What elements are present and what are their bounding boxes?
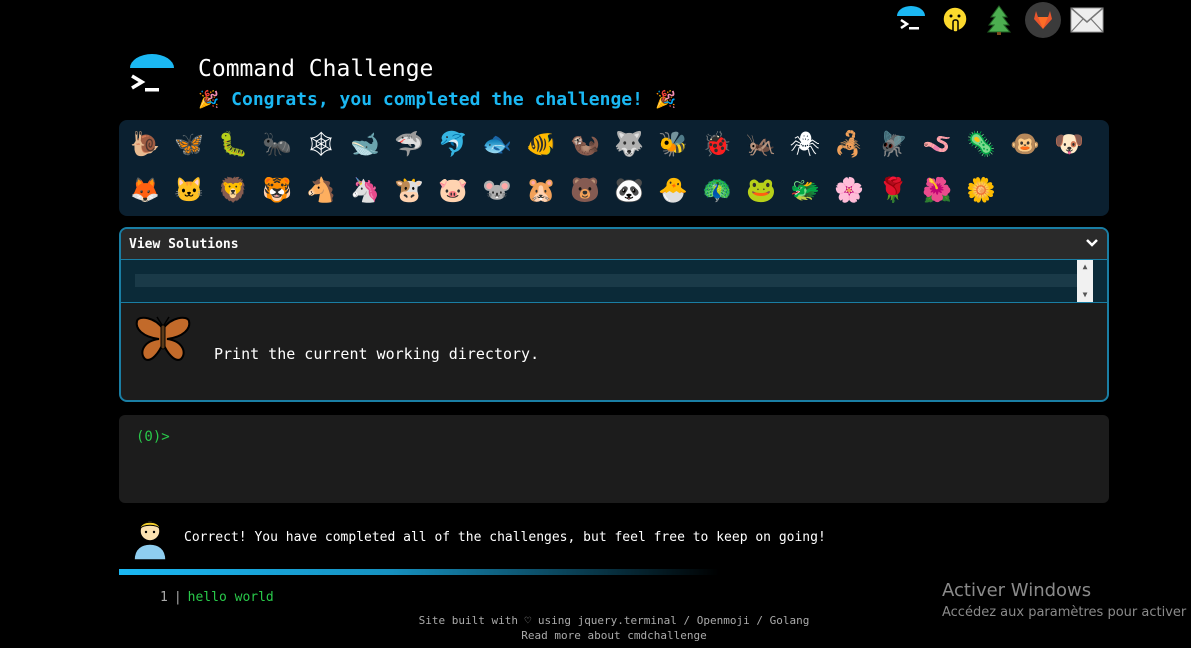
result-message: Correct! You have completed all of the c… bbox=[130, 514, 826, 561]
challenge-emoji-icon[interactable]: 🌼 bbox=[959, 168, 1003, 212]
challenge-emoji-panel: 🐌 🦋 🐛 🐜 🕸 🐋 🦈 🐬 🐟 🐠 🦦 🐺 🐝 🐞 🦗 🕷 🦂 🪰 🪱 🦠 🐵 🐶 🦊 🐱 🦁 🐯 🐴 🦄 🐮 🐷 🐭 🐹 🐻 🐼 🐣 🦚 🐸 🐲 🌸… bbox=[119, 120, 1109, 216]
watermark-title: Activer Windows bbox=[942, 580, 1092, 601]
congrats-text: Congrats, you completed the challenge! bbox=[231, 89, 643, 110]
challenge-emoji-icon[interactable]: 🐵 bbox=[1003, 122, 1047, 166]
challenge-emoji-icon[interactable]: 🐹 bbox=[519, 168, 563, 212]
solution-scrollbar[interactable]: ▲ ▼ bbox=[1077, 260, 1093, 302]
challenge-task-text: Print the current working directory. bbox=[214, 345, 540, 363]
challenge-description: Print the current working directory. bbox=[121, 303, 1107, 399]
challenge-emoji-icon[interactable]: 🦦 bbox=[563, 122, 607, 166]
solution-code-line bbox=[135, 274, 1077, 287]
challenge-emoji-icon[interactable]: 🐯 bbox=[255, 168, 299, 212]
result-text: Correct! You have completed all of the c… bbox=[184, 529, 826, 545]
challenge-emoji-icon[interactable]: 🐷 bbox=[431, 168, 475, 212]
challenge-emoji-icon[interactable]: 🦂 bbox=[827, 122, 871, 166]
challenge-emoji-icon[interactable]: 🐠 bbox=[519, 122, 563, 166]
emoji-row-1: 🐌 🦋 🐛 🐜 🕸 🐋 🦈 🐬 🐟 🐠 🦦 🐺 🐝 🐞 🦗 🕷 🦂 🪰 🪱 🦠 🐵 🐶 bbox=[123, 122, 1091, 166]
party-popper-icon: 🎉 bbox=[198, 89, 220, 110]
challenge-emoji-icon[interactable]: 🐴 bbox=[299, 168, 343, 212]
challenge-emoji-icon[interactable]: 🕸 bbox=[299, 122, 343, 166]
watermark-subtitle: Accédez aux paramètres pour activer bbox=[942, 605, 1187, 620]
congrats-message: 🎉 Congrats, you completed the challenge!… bbox=[198, 89, 676, 110]
challenge-emoji-icon[interactable]: 🐮 bbox=[387, 168, 431, 212]
challenge-emoji-icon[interactable]: 🐺 bbox=[607, 122, 651, 166]
challenge-emoji-icon[interactable]: 🐸 bbox=[739, 168, 783, 212]
top-links bbox=[893, 2, 1105, 38]
challenge-emoji-icon[interactable]: 🦠 bbox=[959, 122, 1003, 166]
history-separator: | bbox=[173, 590, 182, 605]
challenge-emoji-icon[interactable]: 🐬 bbox=[431, 122, 475, 166]
history-line: 1 | hello world bbox=[160, 590, 274, 605]
mail-icon[interactable] bbox=[1069, 2, 1105, 38]
challenge-emoji-icon[interactable]: 🪰 bbox=[871, 122, 915, 166]
challenge-emoji-icon[interactable]: 🦋 bbox=[167, 122, 211, 166]
challenge-emoji-icon[interactable]: 🕷 bbox=[783, 122, 827, 166]
challenge-emoji-icon[interactable]: 🐜 bbox=[255, 122, 299, 166]
challenge-emoji-icon[interactable]: 🐌 bbox=[123, 122, 167, 166]
challenge-emoji-icon[interactable]: 🐱 bbox=[167, 168, 211, 212]
view-solutions-label: View Solutions bbox=[129, 236, 239, 252]
emoji-row-2: 🦊 🐱 🦁 🐯 🐴 🦄 🐮 🐷 🐭 🐹 🐻 🐼 🐣 🦚 🐸 🐲 🌸 🌹 🌺 🌼 bbox=[123, 168, 1003, 212]
butterfly-icon bbox=[133, 313, 193, 365]
challenge-emoji-icon[interactable]: 🦊 bbox=[123, 168, 167, 212]
challenge-emoji-icon[interactable]: 🌺 bbox=[915, 168, 959, 212]
gitlab-icon[interactable] bbox=[1025, 2, 1061, 38]
terminal-prompt: (0)> bbox=[136, 429, 170, 445]
scroll-down-icon[interactable]: ▼ bbox=[1077, 288, 1093, 302]
solutions-panel: View Solutions ▲ ▼ Print the current wor… bbox=[119, 227, 1109, 402]
person-icon bbox=[130, 514, 170, 561]
chevron-down-icon[interactable] bbox=[1085, 237, 1099, 252]
challenge-emoji-icon[interactable]: 🪱 bbox=[915, 122, 959, 166]
challenge-emoji-icon[interactable]: 🐋 bbox=[343, 122, 387, 166]
challenge-emoji-icon[interactable]: 🌹 bbox=[871, 168, 915, 212]
shush-emoji-icon[interactable] bbox=[937, 2, 973, 38]
tree-icon[interactable] bbox=[981, 2, 1017, 38]
history-line-number: 1 bbox=[160, 590, 168, 605]
challenge-emoji-icon[interactable]: 🐛 bbox=[211, 122, 255, 166]
challenge-emoji-icon[interactable]: 🐶 bbox=[1047, 122, 1091, 166]
challenge-emoji-icon[interactable]: 🦗 bbox=[739, 122, 783, 166]
challenge-emoji-icon[interactable]: 🦈 bbox=[387, 122, 431, 166]
challenge-emoji-icon[interactable]: 🐞 bbox=[695, 122, 739, 166]
challenge-emoji-icon[interactable]: 🌸 bbox=[827, 168, 871, 212]
challenge-emoji-icon[interactable]: 🦄 bbox=[343, 168, 387, 212]
challenge-emoji-icon[interactable]: 🐣 bbox=[651, 168, 695, 212]
cmdchallenge-icon[interactable] bbox=[893, 2, 929, 38]
challenge-emoji-icon[interactable]: 🐝 bbox=[651, 122, 695, 166]
view-solutions-toggle[interactable]: View Solutions bbox=[121, 229, 1107, 260]
challenge-emoji-icon[interactable]: 🐻 bbox=[563, 168, 607, 212]
challenge-emoji-icon[interactable]: 🦁 bbox=[211, 168, 255, 212]
scroll-up-icon[interactable]: ▲ bbox=[1077, 260, 1093, 274]
page-title: Command Challenge bbox=[198, 56, 434, 82]
cmdchallenge-logo bbox=[126, 52, 178, 104]
solution-code-box[interactable]: ▲ ▼ bbox=[121, 260, 1107, 303]
party-popper-icon: 🎉 bbox=[654, 89, 677, 110]
windows-activation-watermark: Activer Windows Accédez aux paramètres p… bbox=[942, 580, 1186, 620]
challenge-emoji-icon[interactable]: 🐭 bbox=[475, 168, 519, 212]
challenge-emoji-icon[interactable]: 🐲 bbox=[783, 168, 827, 212]
terminal[interactable]: (0)> bbox=[119, 415, 1109, 503]
challenge-emoji-icon[interactable]: 🐟 bbox=[475, 122, 519, 166]
challenge-emoji-icon[interactable]: 🐼 bbox=[607, 168, 651, 212]
challenge-emoji-icon[interactable]: 🦚 bbox=[695, 168, 739, 212]
read-more-link[interactable]: Read more about cmdchallenge bbox=[521, 629, 706, 642]
history-command: hello world bbox=[187, 590, 274, 605]
progress-bar bbox=[119, 569, 719, 575]
